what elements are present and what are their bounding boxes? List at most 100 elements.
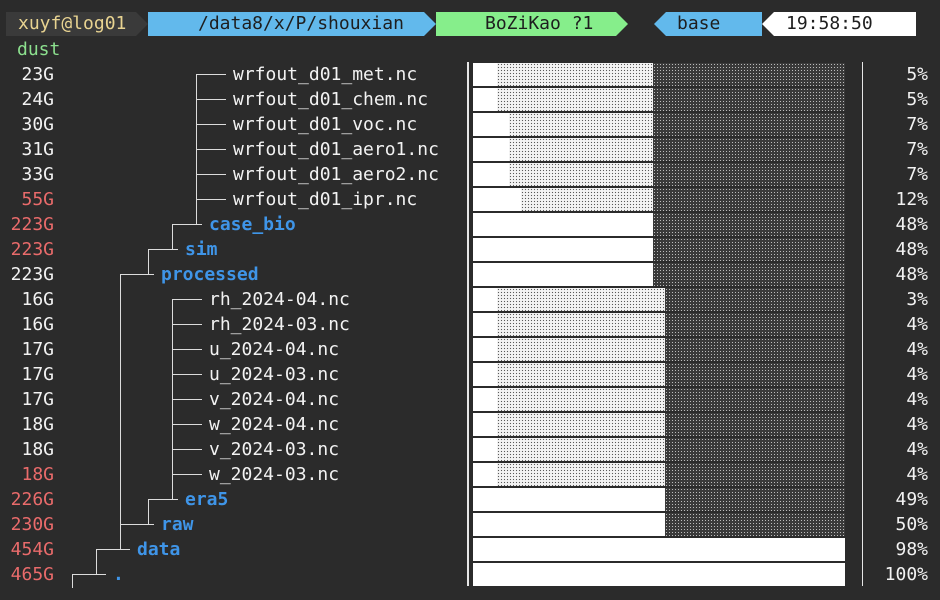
prompt-separator-arrow [136,12,148,36]
entry-size: 226G [10,489,54,510]
usage-bar [473,388,845,411]
tree-branch [172,474,202,475]
directory-name: sim [185,239,218,260]
usage-bar [473,288,845,311]
usage-bar [473,338,845,361]
usage-bar [473,513,845,536]
entry-size: 454G [10,539,54,560]
entry-size: 17G [21,364,54,385]
usage-bar [473,63,845,86]
usage-bar [473,313,845,336]
tree-branch [172,324,202,325]
entry-percent: 4% [906,464,928,485]
entry-name: u_2024-04.nc [209,339,340,360]
prompt-separator-arrow [762,12,774,36]
tree-connector [72,574,73,588]
tree-row: 454G data 98% [0,537,940,562]
tree-row: 230G raw 50% [0,512,940,537]
usage-bar [473,138,845,161]
entry-size: 23G [21,64,54,85]
usage-bar [473,213,845,236]
tree-branch [172,399,202,400]
entry-percent: 98% [895,539,928,560]
prompt-path: /data8/x/P/shouxian [148,12,424,36]
tree-branch [172,424,202,425]
tree-branch [196,149,226,150]
usage-bar [473,563,845,586]
entry-size: 33G [21,164,54,185]
tree-row: 18G w_2024-03.nc 4% [0,462,940,487]
root-directory-label: dust [17,39,61,60]
graph-right-border [862,62,863,586]
tree-branch [148,499,178,500]
prompt-conda-env: base [666,12,762,36]
prompt-git-status: BoZiKao ?1 [436,12,616,36]
usage-bar [473,188,845,211]
tree-row: 33G wrfout_d01_aero2.nc 7% [0,162,940,187]
prompt-user-host: xuyf@log01 [6,12,136,36]
usage-bar [473,163,845,186]
entry-percent: 12% [895,189,928,210]
entry-percent: 100% [884,564,928,585]
entry-name: w_2024-04.nc [209,414,340,435]
entry-percent: 49% [895,489,928,510]
entry-name: rh_2024-04.nc [209,289,350,310]
tree-branch [120,274,154,275]
tree-row: 223G sim 48% [0,237,940,262]
tree-branch [196,99,226,100]
entry-size: 223G [10,239,54,260]
directory-name: raw [161,514,194,535]
shell-prompt: xuyf@log01 /data8/x/P/shouxian BoZiKao ?… [0,0,940,42]
entry-name: w_2024-03.nc [209,464,340,485]
entry-percent: 4% [906,414,928,435]
tree-row: 223G case_bio 48% [0,212,940,237]
tree-branch [172,374,202,375]
tree-connector [148,249,149,274]
entry-percent: 3% [906,289,928,310]
tree-branch [148,249,178,250]
tree-row: 16G rh_2024-03.nc 4% [0,312,940,337]
entry-size: 230G [10,514,54,535]
entry-percent: 48% [895,264,928,285]
tree-row: 223G processed 48% [0,262,940,287]
entry-size: 16G [21,314,54,335]
tree-row: 31G wrfout_d01_aero1.nc 7% [0,137,940,162]
entry-name: wrfout_d01_chem.nc [233,89,429,110]
entry-percent: 7% [906,139,928,160]
entry-size: 24G [21,89,54,110]
usage-bar [473,113,845,136]
tree-branch [196,124,226,125]
entry-size: 465G [10,564,54,585]
usage-bar [473,238,845,261]
directory-name: data [137,539,181,560]
usage-bar [473,413,845,436]
tree-branch [172,224,202,225]
entry-percent: 5% [906,89,928,110]
tree-root-row: dust [0,37,940,62]
entry-size: 16G [21,289,54,310]
entry-name: u_2024-03.nc [209,364,340,385]
entry-percent: 7% [906,114,928,135]
entry-size: 18G [21,464,54,485]
entry-name: v_2024-03.nc [209,439,340,460]
entry-percent: 4% [906,339,928,360]
entry-percent: 4% [906,389,928,410]
tree-connector [120,274,121,549]
entry-size: 18G [21,414,54,435]
usage-bar [473,438,845,461]
tree-row: 23G wrfout_d01_met.nc 5% [0,62,940,87]
entry-name: wrfout_d01_aero2.nc [233,164,439,185]
directory-name: era5 [185,489,229,510]
entry-size: 31G [21,139,54,160]
entry-size: 18G [21,439,54,460]
tree-connector [96,549,97,574]
usage-bar [473,88,845,111]
entry-name: wrfout_d01_voc.nc [233,114,418,135]
entry-name: wrfout_d01_ipr.nc [233,189,418,210]
tree-row: 17G u_2024-04.nc 4% [0,337,940,362]
directory-name: . [113,564,124,585]
tree-branch [120,524,154,525]
tree-row: 16G rh_2024-04.nc 3% [0,287,940,312]
prompt-separator-arrow [424,12,436,36]
tree-row: 18G w_2024-04.nc 4% [0,412,940,437]
